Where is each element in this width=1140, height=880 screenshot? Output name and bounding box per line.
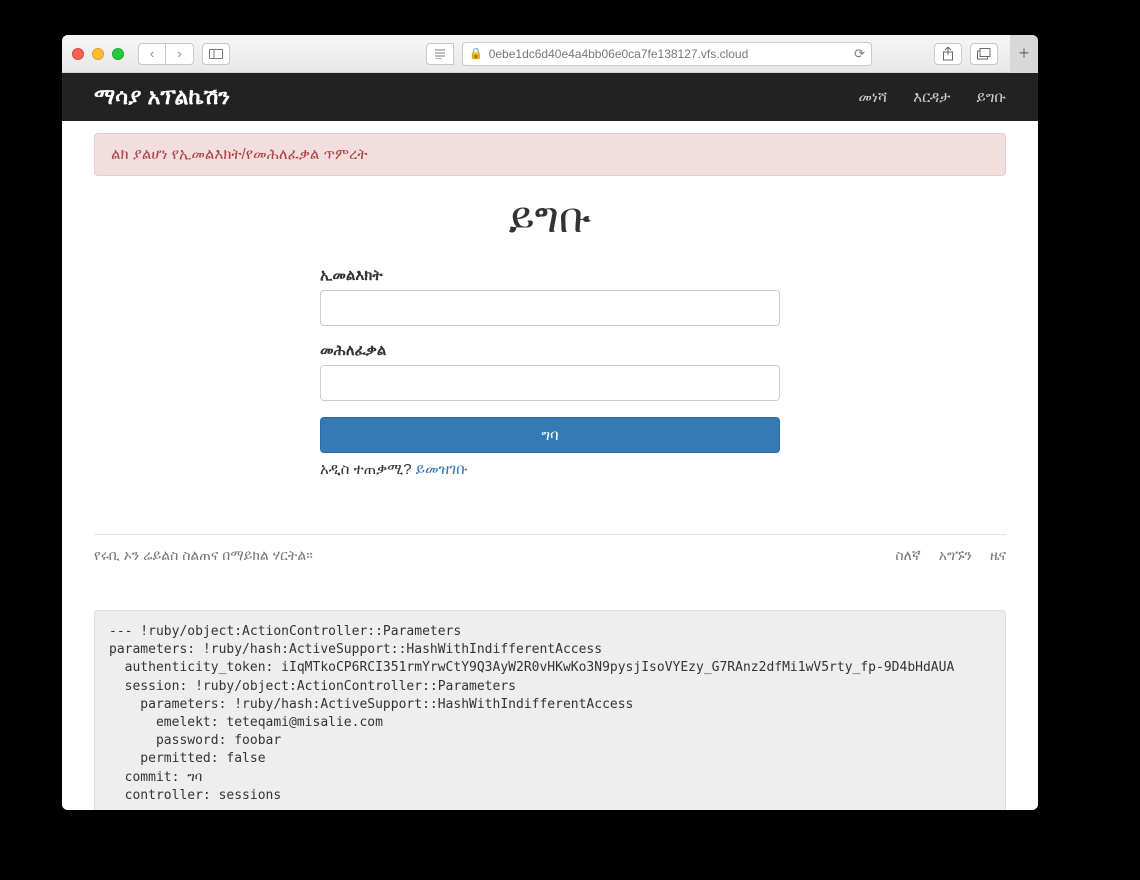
page-title: ይግቡ — [62, 194, 1038, 243]
nav-link-login[interactable]: ይግቡ — [977, 89, 1007, 106]
login-form: ኢመልእክት መሕለፈቃል ግባ አዲስ ተጠቃሚ? ይመዝገቡ — [320, 267, 780, 478]
footer-link-about[interactable]: ስለኛ — [895, 547, 920, 564]
app-navbar: ማሳያ አፕልኬሽን መነሻ እርዳታ ይግቡ — [62, 73, 1038, 121]
alert-text: ልክ ያልሆነ የኢመልእክት/የመሕለፈቃል ጥምረት — [111, 146, 368, 163]
tabs-button[interactable] — [970, 43, 998, 65]
forward-button[interactable]: › — [166, 43, 194, 65]
submit-button[interactable]: ግባ — [320, 417, 780, 453]
minimize-icon[interactable] — [92, 48, 104, 60]
nav-buttons: ‹ › — [138, 43, 194, 65]
nav-link-help[interactable]: እርዳታ — [913, 89, 950, 106]
footer-link-news[interactable]: ዜና — [990, 547, 1006, 564]
email-field[interactable] — [320, 290, 780, 326]
footer-link-contact[interactable]: አግኙን — [939, 547, 972, 564]
titlebar: ‹ › 🔒 0ebe1dc6d40e4a4bb06e0ca7fe138127.v… — [62, 35, 1038, 73]
reader-button[interactable] — [426, 43, 454, 65]
signup-prompt: አዲስ ተጠቃሚ? — [320, 461, 412, 478]
lock-icon: 🔒 — [469, 47, 483, 60]
sidebar-toggle-button[interactable] — [202, 43, 230, 65]
nav-link-home[interactable]: መነሻ — [858, 89, 887, 106]
signup-prompt-line: አዲስ ተጠቃሚ? ይመዝገቡ — [320, 461, 780, 478]
debug-dump: --- !ruby/object:ActionController::Param… — [94, 610, 1006, 810]
maximize-icon[interactable] — [112, 48, 124, 60]
footer-links: ስለኛ አግኙን ዜና — [895, 547, 1006, 564]
url-bar[interactable]: 🔒 0ebe1dc6d40e4a4bb06e0ca7fe138127.vfs.c… — [462, 42, 872, 66]
flash-alert: ልክ ያልሆነ የኢመልእክት/የመሕለፈቃል ጥምረት — [94, 133, 1006, 176]
footer-text: የሩቢ ኦን ሬይልስ ስልጠና በማይክል ሃርትል፡፡ — [94, 547, 313, 564]
footer: የሩቢ ኦን ሬይልስ ስልጠና በማይክል ሃርትል፡፡ ስለኛ አግኙን ዜ… — [94, 534, 1006, 564]
back-button[interactable]: ‹ — [138, 43, 166, 65]
email-label: ኢመልእክት — [320, 267, 780, 284]
password-label: መሕለፈቃል — [320, 342, 780, 359]
share-button[interactable] — [934, 43, 962, 65]
window-controls — [72, 48, 124, 60]
url-text: 0ebe1dc6d40e4a4bb06e0ca7fe138127.vfs.clo… — [489, 47, 844, 61]
nav-links: መነሻ እርዳታ ይግቡ — [858, 89, 1006, 106]
signup-link[interactable]: ይመዝገቡ — [416, 461, 468, 478]
password-field[interactable] — [320, 365, 780, 401]
browser-window: ‹ › 🔒 0ebe1dc6d40e4a4bb06e0ca7fe138127.v… — [62, 35, 1038, 810]
page-content: ማሳያ አፕልኬሽን መነሻ እርዳታ ይግቡ ልክ ያልሆነ የኢመልእክት/… — [62, 73, 1038, 810]
close-icon[interactable] — [72, 48, 84, 60]
new-tab-button[interactable]: + — [1010, 35, 1038, 73]
reload-icon[interactable]: ⟳ — [854, 46, 865, 62]
brand[interactable]: ማሳያ አፕልኬሽን — [94, 84, 230, 110]
